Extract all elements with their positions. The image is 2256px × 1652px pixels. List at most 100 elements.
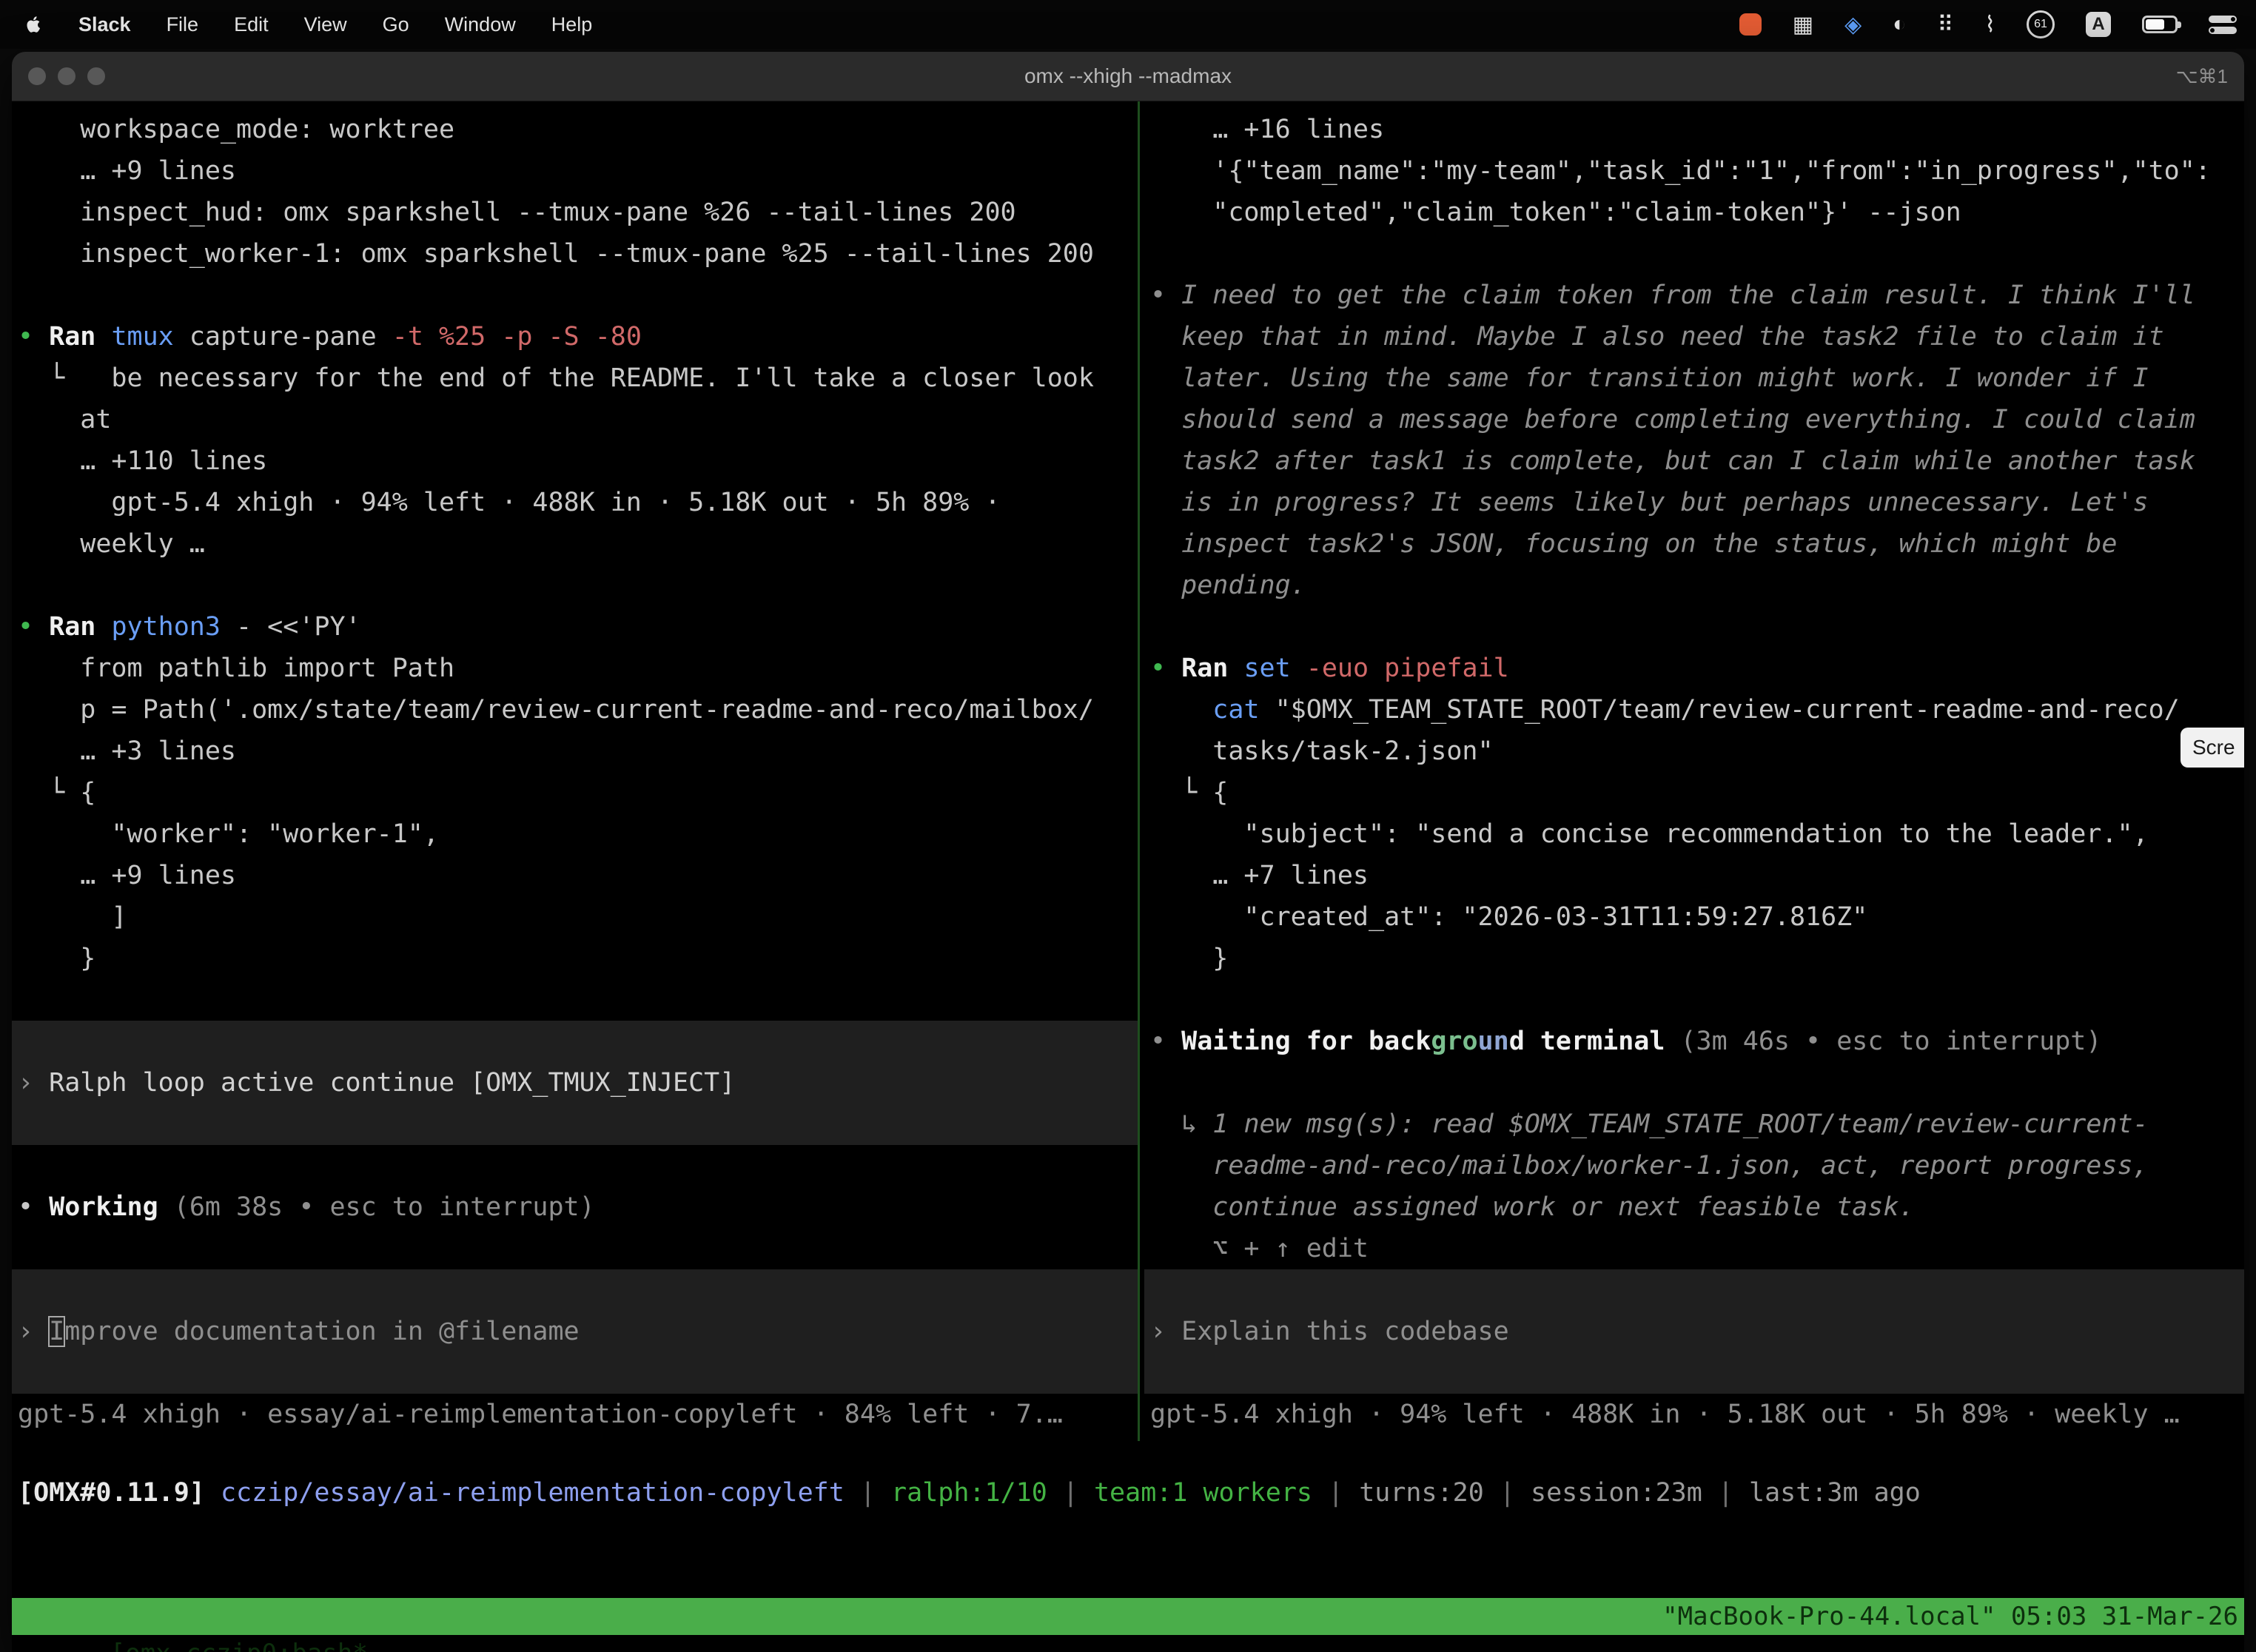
waiting-label: d terminal [1509,1027,1665,1056]
terminal-line: weekly … [18,523,1138,565]
terminal-line: … +9 lines [18,150,1138,192]
bullet-icon: • [1150,281,1181,310]
macos-menu-bar: Slack File Edit View Go Window Help ▦ ◈ … [0,0,2256,49]
mailbox-message-line: readme-and-reco/mailbox/worker-1.json, a… [1150,1145,2244,1186]
ralph-counter: ralph:1/10 [891,1478,1047,1508]
menu-app-name[interactable]: Slack [61,13,149,36]
thinking-line: • I need to get the claim token from the… [1150,275,2244,316]
blank-line [1150,1062,2244,1104]
tmux-pane-left[interactable]: workspace_mode: worktree … +9 lines insp… [12,101,1138,1441]
window-titlebar[interactable]: omx --xhigh --madmax ⌥⌘1 [12,52,2244,101]
terminal-line: "completed","claim_token":"claim-token"}… [1150,192,2244,233]
edit-hint-line: ⌥ + ↑ edit [1150,1228,2244,1269]
terminal-line: … +3 lines [18,731,1138,772]
menu-file[interactable]: File [149,13,217,36]
model-status-line: gpt-5.4 xhigh · essay/ai-reimplementatio… [18,1394,1138,1435]
blank-line [1150,979,2244,1021]
grid-icon[interactable]: ▦ [1793,12,1813,38]
bullet-icon: • [18,1192,49,1222]
menu-go[interactable]: Go [365,13,427,36]
thinking-text: I need to get the claim token from the c… [1181,281,2195,310]
terminal-line: "worker": "worker-1", [18,813,1138,855]
terminal-line: '{"team_name":"my-team","task_id":"1","f… [1150,150,2244,192]
mailbox-message-line: ↳ 1 new msg(s): read $OMX_TEAM_STATE_ROO… [1150,1104,2244,1145]
control-center-icon[interactable] [2209,16,2237,34]
command-args: - <<'PY' [221,612,361,642]
command-header: • Ran tmux capture-pane -t %25 -p -S -80 [18,316,1138,357]
terminal-line: ] [18,896,1138,938]
tmux-status-bar: [omx-cczip0:bash* "MacBook-Pro-44.local"… [12,1598,2244,1635]
composer-input[interactable]: › Improve documentation in @filename [12,1269,1138,1394]
terminal-line: └ { [18,772,1138,813]
bullet-icon: • [1150,1027,1181,1056]
blank-line [18,979,1138,1021]
screen-share-overlay: Scre [2181,728,2244,768]
menu-view[interactable]: View [286,13,365,36]
dots-grid-icon[interactable]: ⠿ [1937,12,1953,38]
chevron-icon: › [18,1317,49,1346]
thinking-line: inspect task2's JSON, focusing on the st… [1150,523,2244,565]
mailbox-text: 1 new msg(s): read $OMX_TEAM_STATE_ROOT/… [1212,1109,2148,1139]
mailbox-message-line: continue assigned work or next feasible … [1150,1186,2244,1228]
terminal-line: } [18,938,1138,979]
input-source-icon[interactable]: A [2086,12,2111,37]
screen-recording-indicator-icon[interactable] [1739,13,1762,36]
composer-placeholder: mprove documentation in @filename [64,1317,579,1346]
command-flags: -euo pipefail [1291,654,1509,683]
chevron-icon: › [18,1068,49,1098]
command-name: set [1243,654,1290,683]
contrast-icon[interactable]: ◐ [1893,12,1906,37]
blank-line [18,565,1138,606]
text-cursor: I [49,1317,64,1346]
waiting-status-line: • Waiting for background terminal (3m 46… [1150,1021,2244,1062]
thinking-line: task2 after task1 is complete, but can I… [1150,440,2244,482]
menu-window[interactable]: Window [427,13,534,36]
blue-app-icon[interactable]: ◈ [1844,12,1861,38]
terminal-line: } [1150,938,2244,979]
terminal-line: p = Path('.omx/state/team/review-current… [18,689,1138,731]
chevron-icon: › [1150,1317,1181,1346]
terminal-line: from pathlib import Path [18,648,1138,689]
thinking-line: later. Using the same for transition mig… [1150,357,2244,399]
command-name: cat [1212,695,1259,725]
menu-edit[interactable]: Edit [216,13,286,36]
thinking-line: keep that in mind. Maybe I also need the… [1150,316,2244,357]
bullet-icon: • [1150,654,1181,683]
terminal-line: cat "$OMX_TEAM_STATE_ROOT/team/review-cu… [1150,689,2244,731]
terminal-line: gpt-5.4 xhigh · 94% left · 488K in · 5.1… [18,482,1138,523]
indent [1150,695,1212,725]
blank-line [18,1145,1138,1186]
command-args: capture-pane [174,322,392,352]
ralph-loop-banner: › Ralph loop active continue [OMX_TMUX_I… [12,1021,1138,1145]
tmux-host-clock: "MacBook-Pro-44.local" 05:03 31-Mar-26 [1662,1598,2238,1635]
command-args: "$OMX_TEAM_STATE_ROOT/team/review-curren… [1260,695,2180,725]
command-name: tmux [111,322,173,352]
terminal-line: workspace_mode: worktree [18,109,1138,150]
omx-version: [OMX#0.11.9] [18,1478,205,1508]
workspace-path: cczip/essay/ai-reimplementation-copyleft [221,1478,845,1508]
session-duration: session:23m [1531,1478,1702,1508]
bullet-icon: • [18,612,49,642]
pane-divider[interactable] [1138,101,1140,1441]
blank-line [18,1228,1138,1269]
waiting-detail: (3m 46s • esc to interrupt) [1665,1027,2101,1056]
terminal-line: at [18,399,1138,440]
terminal-line: "created_at": "2026-03-31T11:59:27.816Z" [1150,896,2244,938]
thinking-line: should send a message before completing … [1150,399,2244,440]
ralph-loop-text: Ralph loop active continue [OMX_TMUX_INJ… [49,1068,735,1098]
working-detail: (6m 38s • esc to interrupt) [158,1192,595,1222]
battery-icon[interactable] [2142,16,2178,33]
tmux-pane-right[interactable]: … +16 lines '{"team_name":"my-team","tas… [1144,101,2244,1441]
prompt-suggestion[interactable]: › Explain this codebase [1144,1269,2244,1394]
ran-label: Ran [1181,654,1243,683]
apple-menu-icon[interactable] [19,14,61,35]
waiting-label-shimmer: gro [1431,1027,1477,1056]
team-workers: team:1 workers [1094,1478,1312,1508]
menu-help[interactable]: Help [534,13,611,36]
clip-icon[interactable]: ⌇ [1984,12,1995,38]
terminal-line: … +16 lines [1150,109,2244,150]
tmux-session: workspace_mode: worktree … +9 lines insp… [12,101,2244,1652]
battery-percent-ring-icon[interactable]: 61 [2027,10,2055,38]
omx-hud-status-bar: [OMX#0.11.9] cczip/essay/ai-reimplementa… [18,1472,2244,1514]
waiting-label: Waiting for back [1181,1027,1431,1056]
